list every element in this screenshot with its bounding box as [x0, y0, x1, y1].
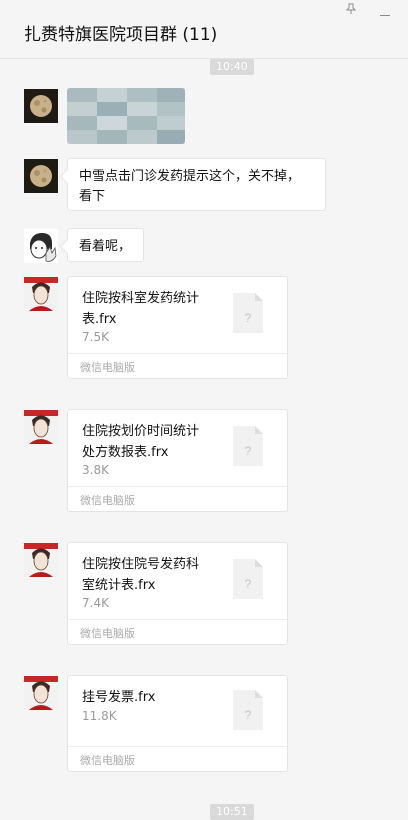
file-size: 11.8K — [82, 709, 117, 723]
file-name-line: 住院按划价时间统计 — [82, 424, 200, 439]
file-footer: 微信电脑版 — [68, 486, 287, 511]
svg-text:?: ? — [245, 577, 252, 591]
file-message[interactable]: 住院按划价时间统计 处方数报表.frx 3.8K ? 微信电脑版 — [67, 409, 288, 512]
text-message[interactable]: 中雪点击门诊发药提示这个，关不掉， 看下 — [67, 158, 326, 211]
file-size: 7.4K — [82, 596, 109, 610]
file-name-line: 挂号发票.frx — [82, 690, 156, 705]
unknown-file-icon: ? — [233, 293, 263, 333]
file-message[interactable]: 挂号发票.frx 11.8K ? 微信电脑版 — [67, 675, 288, 772]
unknown-file-icon: ? — [233, 426, 263, 466]
file-name: 挂号发票.frx — [82, 687, 220, 708]
svg-text:?: ? — [245, 311, 252, 325]
svg-text:?: ? — [245, 444, 252, 458]
message-text: 看着呢， — [79, 239, 132, 254]
file-source: 微信电脑版 — [80, 754, 135, 767]
file-message[interactable]: 住院按住院号发药科 室统计表.frx 7.4K ? 微信电脑版 — [67, 542, 288, 645]
chat-title: 扎赉特旗医院项目群 (11) — [24, 25, 218, 45]
chat-header: 扎赉特旗医院项目群 (11) — [0, 0, 408, 59]
file-source: 微信电脑版 — [80, 494, 135, 507]
file-name-line: 住院按科室发药统计 — [82, 291, 200, 306]
file-source: 微信电脑版 — [80, 627, 135, 640]
file-size: 3.8K — [82, 463, 109, 477]
minimize-icon[interactable] — [380, 6, 390, 20]
file-source: 微信电脑版 — [80, 361, 135, 374]
portrait-avatar[interactable] — [24, 543, 58, 577]
svg-text:?: ? — [245, 708, 252, 722]
cartoon-avatar[interactable] — [24, 229, 58, 263]
portrait-avatar[interactable] — [24, 277, 58, 311]
file-footer: 微信电脑版 — [68, 746, 287, 771]
message-text-line: 看下 — [79, 189, 106, 204]
unknown-file-icon: ? — [233, 559, 263, 599]
pin-icon[interactable] — [345, 3, 357, 18]
portrait-avatar[interactable] — [24, 410, 58, 444]
timestamp: 10:40 — [210, 59, 254, 75]
image-message-blurred[interactable] — [67, 88, 185, 144]
file-name: 住院按划价时间统计 处方数报表.frx — [82, 421, 220, 463]
file-name-line: 处方数报表.frx — [82, 445, 169, 460]
file-message[interactable]: 住院按科室发药统计 表.frx 7.5K ? 微信电脑版 — [67, 276, 288, 379]
file-footer: 微信电脑版 — [68, 353, 287, 378]
moon-avatar[interactable] — [24, 89, 58, 123]
file-name-line: 住院按住院号发药科 — [82, 557, 200, 572]
portrait-avatar[interactable] — [24, 676, 58, 710]
file-name-line: 室统计表.frx — [82, 578, 156, 593]
text-message[interactable]: 看着呢， — [67, 228, 144, 262]
file-size: 7.5K — [82, 330, 109, 344]
message-text-line: 中雪点击门诊发药提示这个，关不掉， — [79, 169, 301, 184]
unknown-file-icon: ? — [233, 690, 263, 730]
file-footer: 微信电脑版 — [68, 619, 287, 644]
file-name: 住院按住院号发药科 室统计表.frx — [82, 554, 220, 596]
file-name-line: 表.frx — [82, 312, 117, 327]
moon-avatar[interactable] — [24, 159, 58, 193]
file-name: 住院按科室发药统计 表.frx — [82, 288, 220, 330]
